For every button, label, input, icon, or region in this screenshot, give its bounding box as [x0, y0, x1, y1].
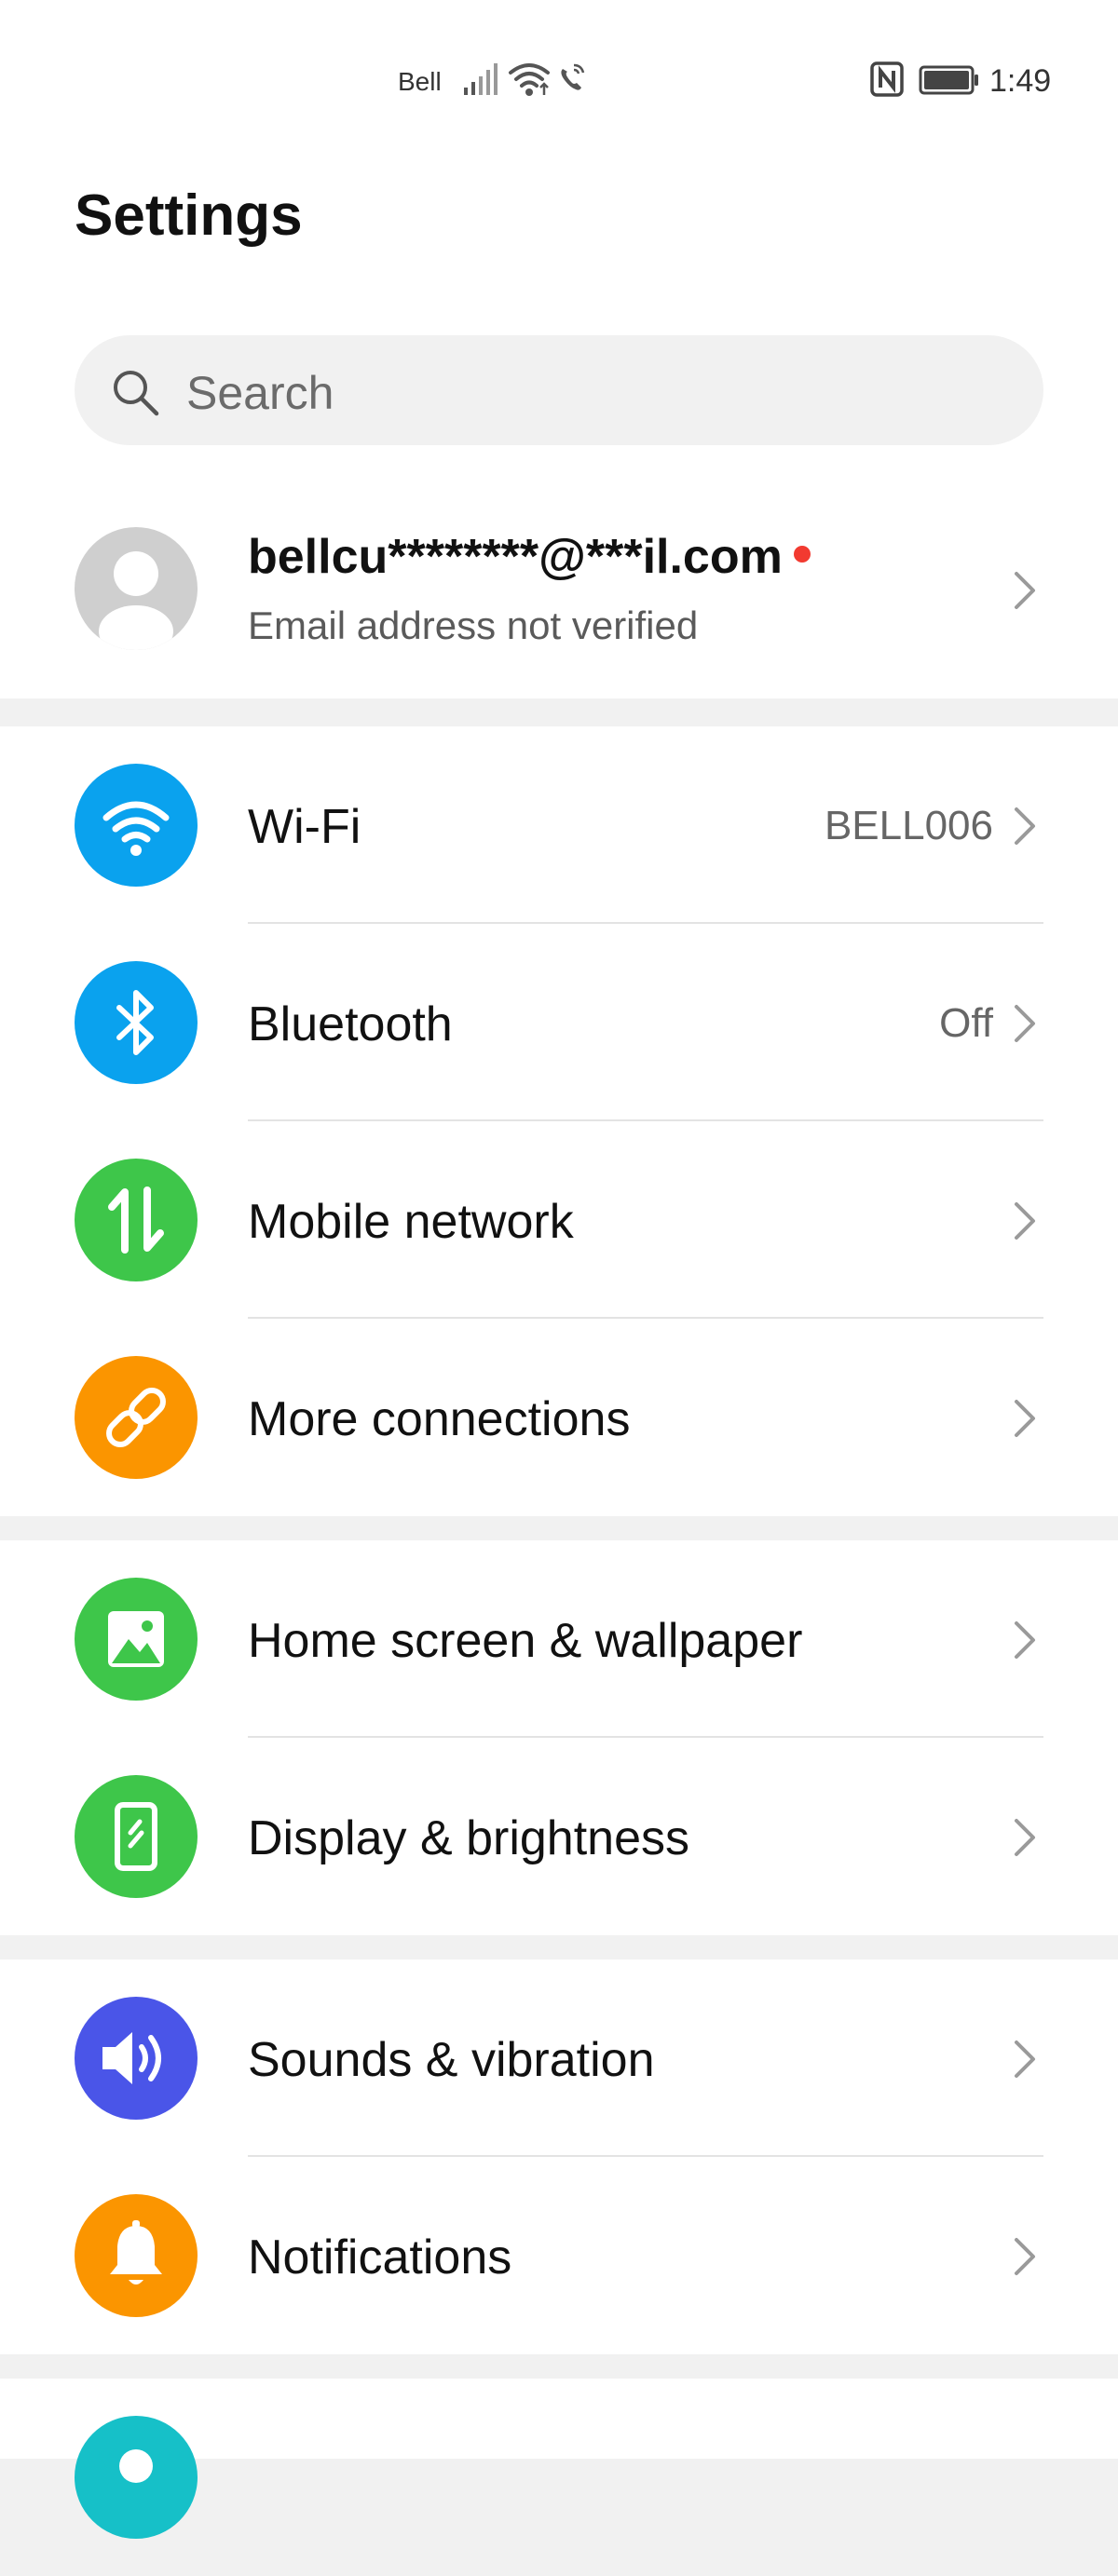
settings-group-partial — [0, 2379, 1118, 2539]
account-subtitle: Email address not verified — [248, 603, 699, 647]
settings-item-mobile-network[interactable]: Mobile network — [0, 1121, 1118, 1319]
settings-item-label: More connections — [248, 1392, 631, 1446]
page-title: Settings — [75, 183, 303, 248]
bluetooth-icon — [75, 961, 198, 1084]
bell-icon — [75, 2194, 198, 2317]
chevron-right-icon — [1015, 2238, 1035, 2275]
settings-item-more-connections[interactable]: More connections — [0, 1319, 1118, 1516]
chevron-right-icon — [1015, 572, 1035, 609]
user-icon — [99, 551, 173, 650]
link-icon — [75, 1356, 198, 1479]
settings-group-display: Home screen & wallpaper Display & bright… — [0, 1540, 1118, 1935]
signal-icon — [464, 63, 498, 95]
battery-icon — [919, 65, 978, 95]
settings-item-bluetooth[interactable]: Bluetooth Off — [0, 924, 1118, 1121]
wifi-calling-icon — [561, 63, 585, 90]
chevron-right-icon — [1015, 1005, 1035, 1042]
settings-item-label: Home screen & wallpaper — [248, 1614, 803, 1668]
settings-item-wifi[interactable]: Wi-Fi BELL006 — [0, 726, 1118, 924]
chevron-right-icon — [1015, 2040, 1035, 2078]
settings-item-label: Display & brightness — [248, 1811, 689, 1865]
settings-item-label: Wi-Fi — [248, 800, 361, 854]
settings-item-label: Mobile network — [248, 1195, 574, 1249]
speaker-icon — [75, 1997, 198, 2120]
settings-group-connectivity: Wi-Fi BELL006 Bluetooth Off Mobile netwo… — [0, 726, 1118, 1516]
chevron-right-icon — [1015, 1202, 1035, 1240]
account-email-text: bellcu********@***il.com — [248, 530, 783, 584]
wifi-icon — [509, 63, 550, 96]
display-icon — [75, 1775, 198, 1898]
settings-item-label: Bluetooth — [248, 997, 453, 1051]
notification-dot — [793, 546, 811, 563]
user-icon — [75, 2416, 198, 2539]
avatar — [75, 527, 198, 650]
settings-group-sound: Sounds & vibration Notifications — [0, 1959, 1118, 2354]
search-placeholder: Search — [186, 367, 334, 419]
wifi-icon — [75, 764, 198, 887]
nfc-icon — [870, 61, 904, 97]
wifi-network-name: BELL006 — [824, 803, 993, 848]
mobile-data-icon — [75, 1159, 198, 1281]
settings-item-home-screen[interactable]: Home screen & wallpaper — [0, 1540, 1118, 1738]
settings-item-notifications[interactable]: Notifications — [0, 2157, 1118, 2354]
settings-item-label: Notifications — [248, 2230, 512, 2285]
settings-item-label: Sounds & vibration — [248, 2033, 655, 2087]
account-email: bellcu********@***il.com — [248, 529, 811, 585]
carrier-label: Bell — [398, 67, 442, 96]
chevron-right-icon — [1015, 1400, 1035, 1437]
settings-item-partial[interactable] — [0, 2379, 1118, 2576]
wallpaper-icon — [75, 1578, 198, 1701]
settings-item-sounds[interactable]: Sounds & vibration — [0, 1959, 1118, 2157]
top-section: Bell 1:49 Settings Search bellcu********… — [0, 0, 1118, 698]
search-icon — [114, 371, 159, 416]
chevron-right-icon — [1015, 807, 1035, 845]
settings-item-display[interactable]: Display & brightness — [0, 1738, 1118, 1935]
chevron-right-icon — [1015, 1621, 1035, 1659]
bluetooth-status: Off — [939, 1000, 993, 1046]
clock: 1:49 — [989, 63, 1052, 99]
chevron-right-icon — [1015, 1819, 1035, 1856]
search-input[interactable]: Search — [75, 335, 1043, 445]
